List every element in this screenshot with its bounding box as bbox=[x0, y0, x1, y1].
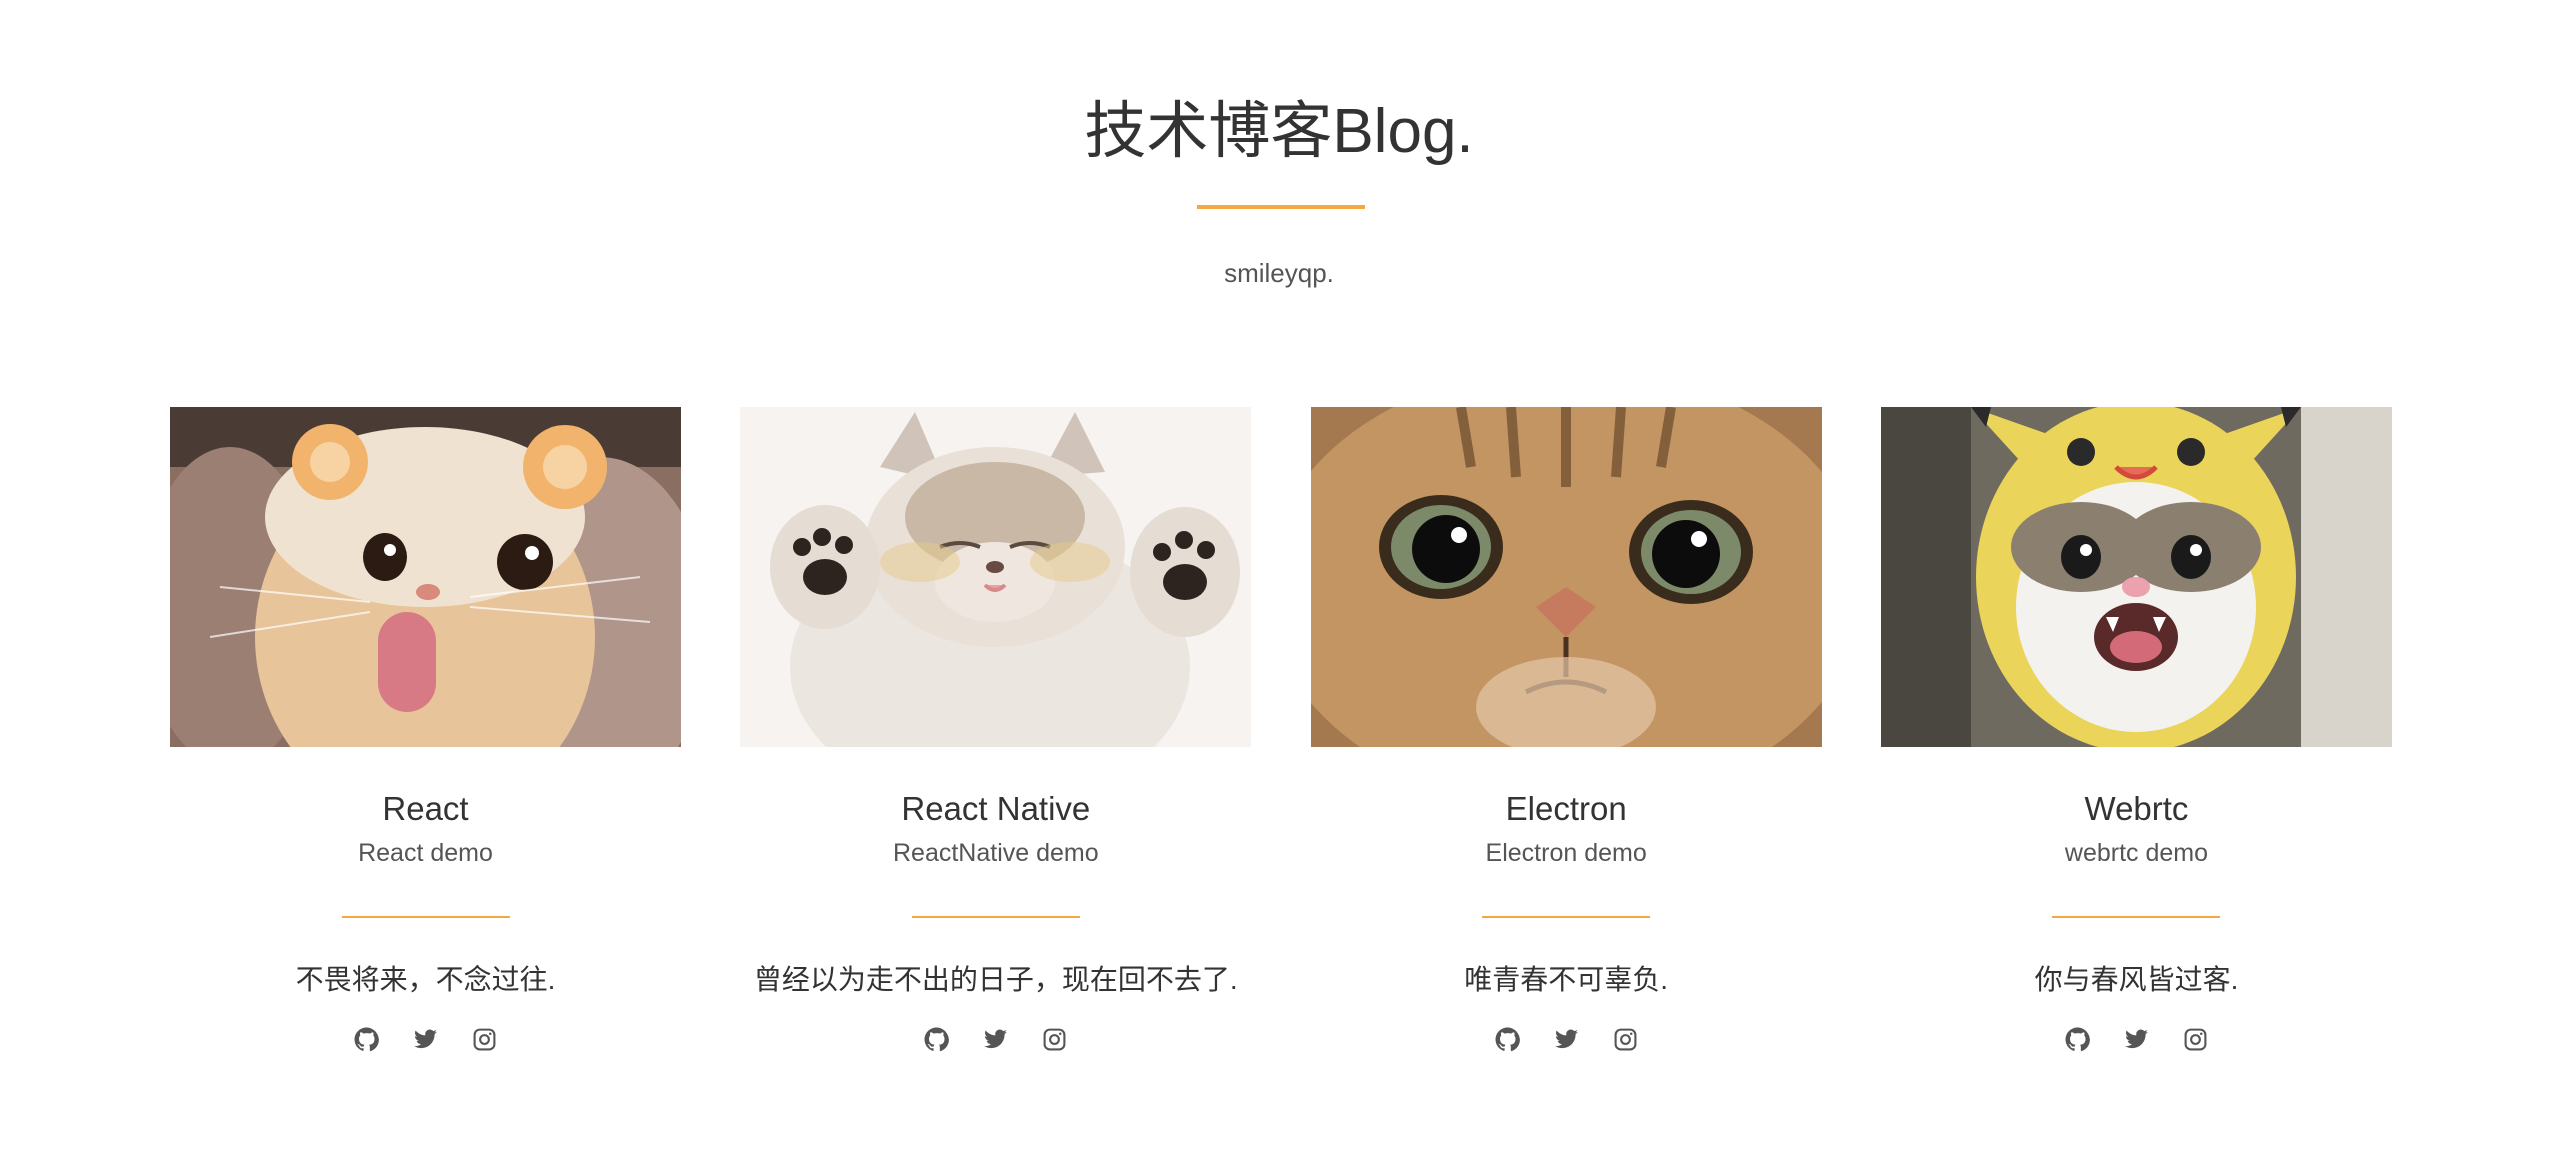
github-icon[interactable] bbox=[924, 1027, 950, 1052]
github-icon[interactable] bbox=[354, 1027, 379, 1052]
card-electron: Electron Electron demo 唯青春不可辜负. bbox=[1310, 407, 1822, 1052]
title-divider bbox=[1197, 205, 1365, 209]
card-subtitle: React demo bbox=[358, 839, 493, 867]
instagram-icon[interactable] bbox=[1042, 1027, 1067, 1052]
social-links bbox=[740, 1027, 1251, 1052]
card-quote: 不畏将来，不念过往. bbox=[295, 964, 556, 995]
instagram-icon[interactable] bbox=[2183, 1027, 2208, 1052]
page-title: 技术博客Blog. bbox=[1084, 97, 1474, 166]
card-grid: React React demo 不畏将来，不念过往. React Native… bbox=[170, 407, 2392, 1052]
card-quote: 曾经以为走不出的日子，现在回不去了. bbox=[753, 964, 1238, 995]
card-divider bbox=[341, 916, 510, 918]
card-title: React Native bbox=[901, 790, 1091, 827]
twitter-icon[interactable] bbox=[2124, 1027, 2149, 1052]
card-quote: 你与春风皆过客. bbox=[2034, 964, 2239, 995]
card-quote: 唯青春不可辜负. bbox=[1464, 964, 1669, 995]
card-subtitle: Electron demo bbox=[1485, 839, 1647, 867]
github-icon[interactable] bbox=[2065, 1027, 2090, 1052]
social-links bbox=[1881, 1027, 2392, 1052]
github-icon[interactable] bbox=[1495, 1027, 1520, 1052]
card-divider bbox=[1482, 916, 1651, 918]
card-subtitle: webrtc demo bbox=[2064, 839, 2209, 867]
card-webrtc: Webrtc webrtc demo 你与春风皆过客. bbox=[1880, 407, 2392, 1052]
social-links bbox=[1311, 1027, 1822, 1052]
twitter-icon[interactable] bbox=[413, 1027, 438, 1052]
card-subtitle: ReactNative demo bbox=[893, 839, 1099, 867]
cat-pikachu-hat-photo bbox=[1880, 407, 2392, 747]
card-react-native: React Native ReactNative demo 曾经以为走不出的日子… bbox=[740, 407, 1252, 1052]
tabby-cat-closeup-photo bbox=[1310, 407, 1822, 747]
twitter-icon[interactable] bbox=[1554, 1027, 1579, 1052]
card-title: React bbox=[382, 790, 469, 827]
kitten-paws-up-photo bbox=[740, 407, 1252, 747]
card-divider bbox=[911, 916, 1080, 918]
card-title: Webrtc bbox=[2084, 790, 2189, 827]
card-react: React React demo 不畏将来，不念过往. bbox=[170, 407, 681, 1052]
instagram-icon[interactable] bbox=[472, 1027, 497, 1052]
blog-page: 技术博客Blog. smileyqp. React React demo 不畏将… bbox=[0, 0, 2558, 1176]
twitter-icon[interactable] bbox=[983, 1027, 1008, 1052]
social-links bbox=[170, 1027, 681, 1052]
card-title: Electron bbox=[1505, 790, 1627, 827]
page-subtitle: smileyqp. bbox=[1224, 258, 1334, 288]
instagram-icon[interactable] bbox=[1613, 1027, 1638, 1052]
cat-with-hat-photo bbox=[170, 407, 681, 747]
card-divider bbox=[2052, 916, 2221, 918]
